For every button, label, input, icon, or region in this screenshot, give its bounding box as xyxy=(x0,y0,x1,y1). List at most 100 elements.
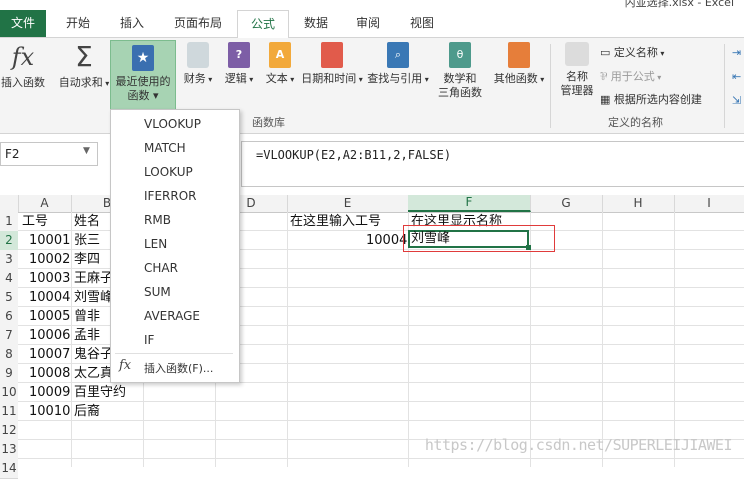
cell-name[interactable]: 王麻子 xyxy=(74,269,113,288)
name-manager-button[interactable]: 名称 管理器 xyxy=(556,42,598,98)
cell-name[interactable]: 曾非 xyxy=(74,307,100,326)
column-header-a[interactable]: A xyxy=(18,195,72,212)
title-bar: 内並选择.xlsx - Excel xyxy=(0,0,744,10)
cell-name[interactable]: 李四 xyxy=(74,250,100,269)
trace-precedents-icon[interactable]: ⇥ xyxy=(732,46,741,59)
insert-function-button[interactable]: fx 插入函数 xyxy=(0,42,50,90)
theta-book-icon: θ xyxy=(449,42,471,68)
cell-id[interactable]: 10010 xyxy=(29,402,70,421)
tab-insert[interactable]: 插入 xyxy=(110,10,154,37)
tab-file[interactable]: 文件 xyxy=(0,10,46,37)
menu-item-if[interactable]: IF xyxy=(144,333,154,347)
column-header-i[interactable]: I xyxy=(674,195,744,212)
gridline xyxy=(602,212,603,467)
datetime-button[interactable]: 日期和时间 ▾ xyxy=(300,42,364,87)
menu-item-insert-function[interactable]: 插入函数(F)... xyxy=(144,360,213,376)
column-header-h[interactable]: H xyxy=(602,195,675,212)
row-header[interactable]: 3 xyxy=(0,250,18,270)
cell-e2[interactable]: 10004 xyxy=(366,231,407,250)
chevron-down-icon[interactable]: ▼ xyxy=(83,146,90,156)
row-header[interactable]: 10 xyxy=(0,383,18,403)
cell-name[interactable]: 后裔 xyxy=(74,402,100,421)
cell-name[interactable]: 鬼谷子 xyxy=(74,345,113,364)
column-header-e[interactable]: E xyxy=(287,195,409,212)
cell-id[interactable]: 10007 xyxy=(29,345,70,364)
gridline xyxy=(18,420,744,421)
row-header[interactable]: 2 xyxy=(0,231,18,251)
tab-view[interactable]: 视图 xyxy=(400,10,444,37)
cell-id[interactable]: 10001 xyxy=(29,231,70,250)
create-from-selection-button[interactable]: ▦ 根据所选内容创建 xyxy=(600,91,702,107)
tab-home[interactable]: 开始 xyxy=(56,10,100,37)
menu-item-vlookup[interactable]: VLOOKUP xyxy=(144,117,201,131)
sigma-icon: Σ xyxy=(75,40,93,73)
cell-id[interactable]: 10008 xyxy=(29,364,70,383)
remove-arrows-icon[interactable]: ⇲ xyxy=(732,94,741,107)
financial-button[interactable]: 财务 ▾ xyxy=(178,42,218,87)
row-header[interactable]: 5 xyxy=(0,288,18,308)
cell-id[interactable]: 10004 xyxy=(29,288,70,307)
row-header[interactable]: 12 xyxy=(0,421,18,441)
menu-item-sum[interactable]: SUM xyxy=(144,285,171,299)
group-separator xyxy=(724,44,725,128)
recent-functions-button[interactable]: ★ 最近使用的 函数 ▾ xyxy=(110,40,176,112)
menu-item-iferror[interactable]: IFERROR xyxy=(144,189,196,203)
star-book-icon: ★ xyxy=(132,45,154,71)
cell-name[interactable]: 百里守约 xyxy=(74,383,126,402)
row-header[interactable]: 4 xyxy=(0,269,18,289)
cell-id[interactable]: 10006 xyxy=(29,326,70,345)
autosum-button[interactable]: Σ 自动求和 ▾ xyxy=(58,42,110,91)
use-in-formula-button[interactable]: ⅌ 用于公式 ▾ xyxy=(600,68,661,84)
text-button[interactable]: A 文本 ▾ xyxy=(262,42,298,87)
tab-page-layout[interactable]: 页面布局 xyxy=(166,10,230,37)
cell-e1[interactable]: 在这里输入工号 xyxy=(290,212,381,231)
lookup-button[interactable]: ⌕ 查找与引用 ▾ xyxy=(366,42,430,87)
name-box[interactable]: F2 ▼ xyxy=(0,142,98,166)
tab-review[interactable]: 审阅 xyxy=(346,10,390,37)
logical-button[interactable]: ? 逻辑 ▾ xyxy=(222,42,256,87)
math-trig-button[interactable]: θ 数学和 三角函数 xyxy=(432,42,488,100)
row-header[interactable]: 14 xyxy=(0,459,18,479)
trace-dependents-icon[interactable]: ⇤ xyxy=(732,70,741,83)
menu-item-match[interactable]: MATCH xyxy=(144,141,186,155)
menu-item-len[interactable]: LEN xyxy=(144,237,167,251)
menu-item-char[interactable]: CHAR xyxy=(144,261,178,275)
question-book-icon: ? xyxy=(228,42,250,68)
cell-id[interactable]: 10009 xyxy=(29,383,70,402)
row-header[interactable]: 8 xyxy=(0,345,18,365)
column-header-f[interactable]: F xyxy=(408,195,531,212)
menu-item-average[interactable]: AVERAGE xyxy=(144,309,200,323)
row-header[interactable]: 7 xyxy=(0,326,18,346)
cell-id[interactable]: 10003 xyxy=(29,269,70,288)
cell-name[interactable]: 刘雪峰 xyxy=(74,288,113,307)
cell-name[interactable]: 孟非 xyxy=(74,326,100,345)
menu-item-rmb[interactable]: RMB xyxy=(144,213,171,227)
text-book-icon: A xyxy=(269,42,291,68)
formula-input[interactable]: =VLOOKUP(E2,A2:B11,2,FALSE) xyxy=(241,141,744,187)
tag-icon: ▭ xyxy=(600,46,614,59)
other-functions-button[interactable]: 其他函数 ▾ xyxy=(492,42,546,87)
menu-item-lookup[interactable]: LOOKUP xyxy=(144,165,193,179)
define-name-button[interactable]: ▭ 定义名称 ▾ xyxy=(600,44,664,60)
row-header[interactable]: 1 xyxy=(0,212,18,232)
tab-formulas[interactable]: 公式 xyxy=(237,10,289,39)
cell-name[interactable]: 张三 xyxy=(74,231,100,250)
group-label-defined-names: 定义的名称 xyxy=(608,116,663,129)
calendar-icon xyxy=(321,42,343,68)
tab-data[interactable]: 数据 xyxy=(296,10,336,37)
cell-b1[interactable]: 姓名 xyxy=(74,212,100,231)
formula-tag-icon: ⅌ xyxy=(600,70,611,83)
gridline xyxy=(287,212,288,467)
column-header-g[interactable]: G xyxy=(530,195,603,212)
cell-a1[interactable]: 工号 xyxy=(22,212,48,231)
cell-id[interactable]: 10002 xyxy=(29,250,70,269)
highlight-box xyxy=(403,225,555,252)
ribbon-tabs: 文件 开始 插入 页面布局 公式 数据 审阅 视图 xyxy=(0,10,744,39)
fx-icon: fx xyxy=(119,358,132,373)
row-header[interactable]: 13 xyxy=(0,440,18,460)
row-header[interactable]: 9 xyxy=(0,364,18,384)
row-header[interactable]: 11 xyxy=(0,402,18,422)
cell-id[interactable]: 10005 xyxy=(29,307,70,326)
select-all-corner[interactable] xyxy=(0,195,19,212)
row-header[interactable]: 6 xyxy=(0,307,18,327)
